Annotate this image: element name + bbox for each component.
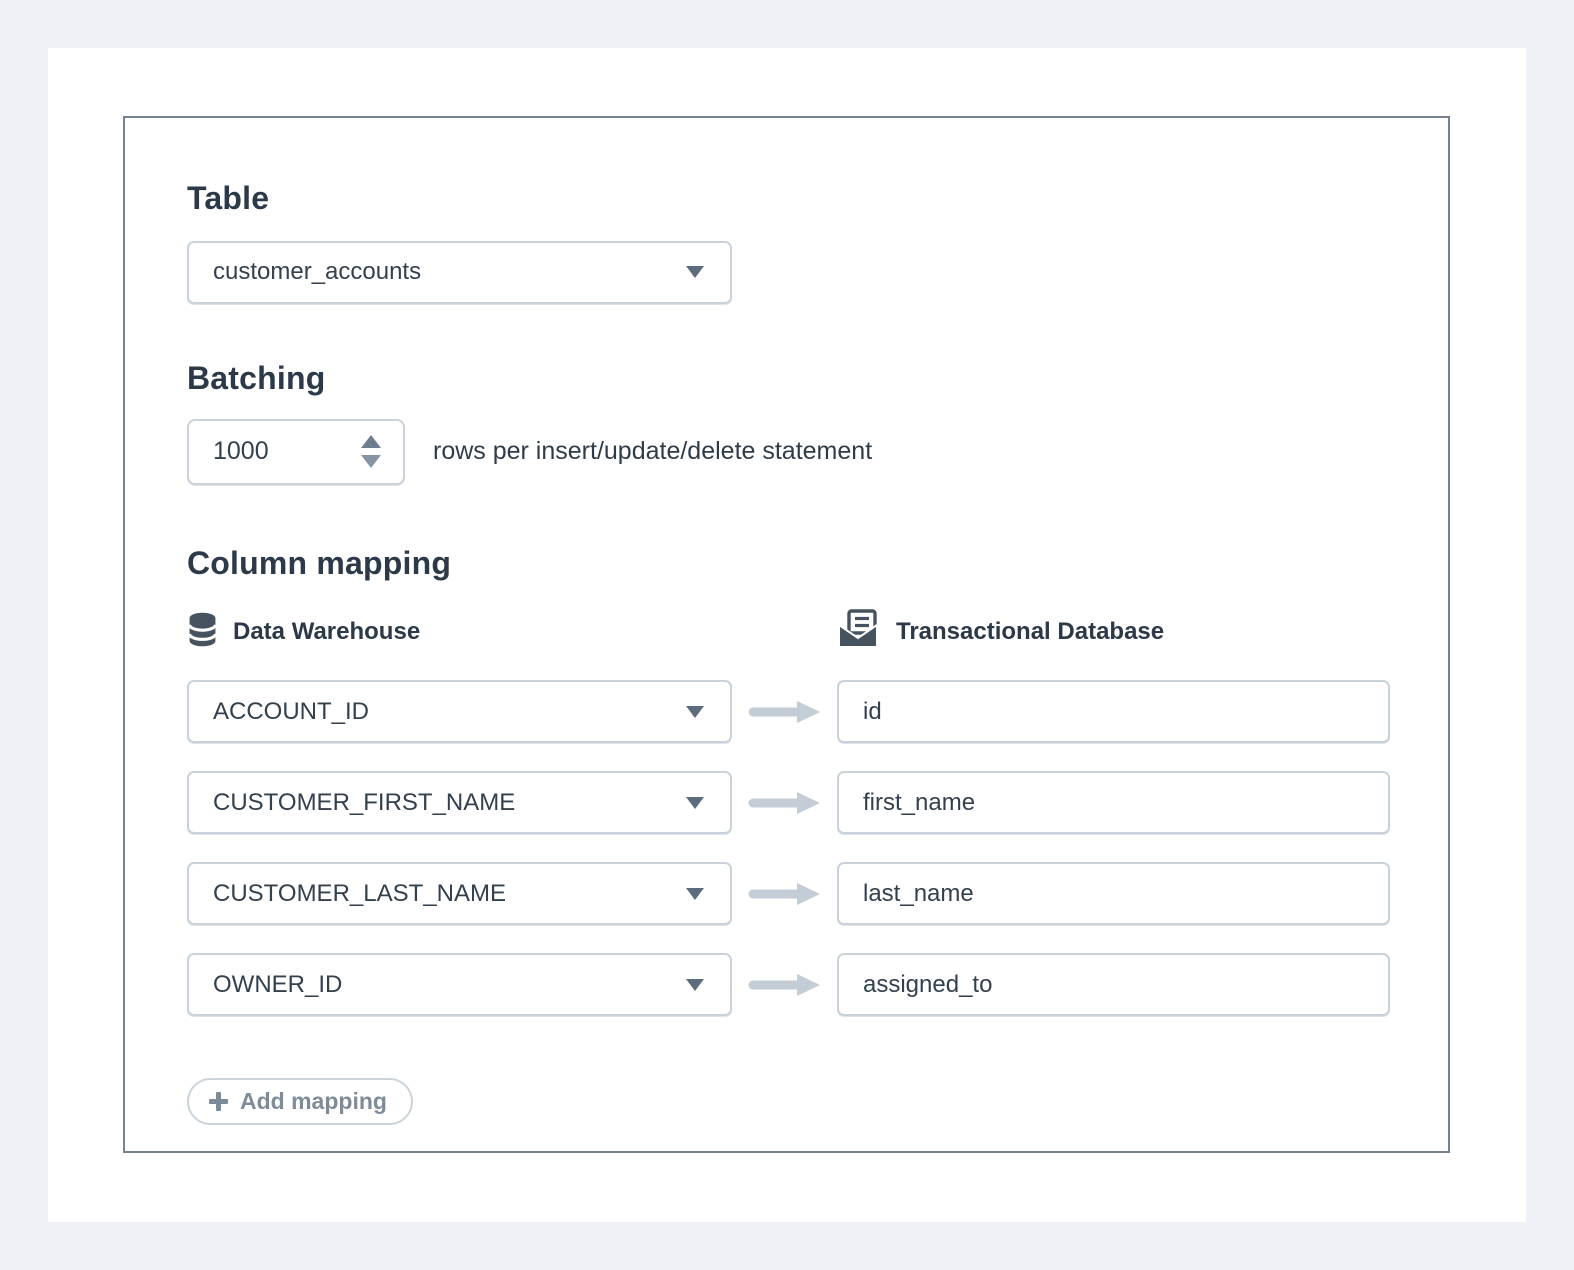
stepper-up-icon[interactable] <box>361 435 381 448</box>
arrow-right-icon <box>732 881 837 907</box>
batch-size-input[interactable] <box>213 437 323 466</box>
stepper-arrows <box>361 435 381 468</box>
batching-row: rows per insert/update/delete statement <box>187 419 1448 485</box>
stepper-down-icon[interactable] <box>361 455 381 468</box>
table-section-heading: Table <box>187 180 1448 217</box>
column-mapping-heading: Column mapping <box>187 545 1448 582</box>
chevron-down-icon <box>686 706 704 718</box>
source-column-header-label: Data Warehouse <box>233 618 420 646</box>
mapping-column-headers: Data Warehouse Transactional Database <box>187 609 1448 654</box>
chevron-down-icon <box>686 979 704 991</box>
add-mapping-button[interactable]: Add mapping <box>187 1078 413 1125</box>
database-icon <box>187 611 218 653</box>
source-column-select[interactable]: OWNER_ID <box>187 953 732 1016</box>
batching-section-heading: Batching <box>187 360 1448 397</box>
source-column-select[interactable]: CUSTOMER_FIRST_NAME <box>187 771 732 834</box>
target-column-input[interactable] <box>837 953 1390 1016</box>
source-column-select[interactable]: ACCOUNT_ID <box>187 680 732 743</box>
target-column-input[interactable] <box>837 771 1390 834</box>
arrow-right-icon <box>732 972 837 998</box>
arrow-right-icon <box>732 790 837 816</box>
target-column-input[interactable] <box>837 862 1390 925</box>
table-select-value: customer_accounts <box>213 258 421 286</box>
content-card: Table customer_accounts Batching rows pe… <box>48 48 1526 1222</box>
mapping-row: OWNER_ID <box>187 953 1448 1016</box>
chevron-down-icon <box>686 266 704 278</box>
add-mapping-button-label: Add mapping <box>240 1088 387 1115</box>
arrow-right-icon <box>732 699 837 725</box>
plus-icon <box>208 1091 229 1112</box>
mapping-row: CUSTOMER_LAST_NAME <box>187 862 1448 925</box>
source-column-value: CUSTOMER_LAST_NAME <box>213 880 506 908</box>
source-column-value: CUSTOMER_FIRST_NAME <box>213 789 515 817</box>
target-column-header-label: Transactional Database <box>896 618 1164 646</box>
source-column-value: ACCOUNT_ID <box>213 698 369 726</box>
chevron-down-icon <box>686 888 704 900</box>
chevron-down-icon <box>686 797 704 809</box>
source-column-select[interactable]: CUSTOMER_LAST_NAME <box>187 862 732 925</box>
inbox-document-icon <box>837 609 881 654</box>
table-select[interactable]: customer_accounts <box>187 241 732 304</box>
target-column-input[interactable] <box>837 680 1390 743</box>
source-column-header: Data Warehouse <box>187 611 837 653</box>
source-column-value: OWNER_ID <box>213 971 342 999</box>
batch-size-stepper[interactable] <box>187 419 405 485</box>
mapping-row: CUSTOMER_FIRST_NAME <box>187 771 1448 834</box>
batch-size-description: rows per insert/update/delete statement <box>433 437 872 466</box>
target-column-header: Transactional Database <box>837 609 1164 654</box>
sync-config-panel: Table customer_accounts Batching rows pe… <box>123 116 1450 1153</box>
mapping-row: ACCOUNT_ID <box>187 680 1448 743</box>
